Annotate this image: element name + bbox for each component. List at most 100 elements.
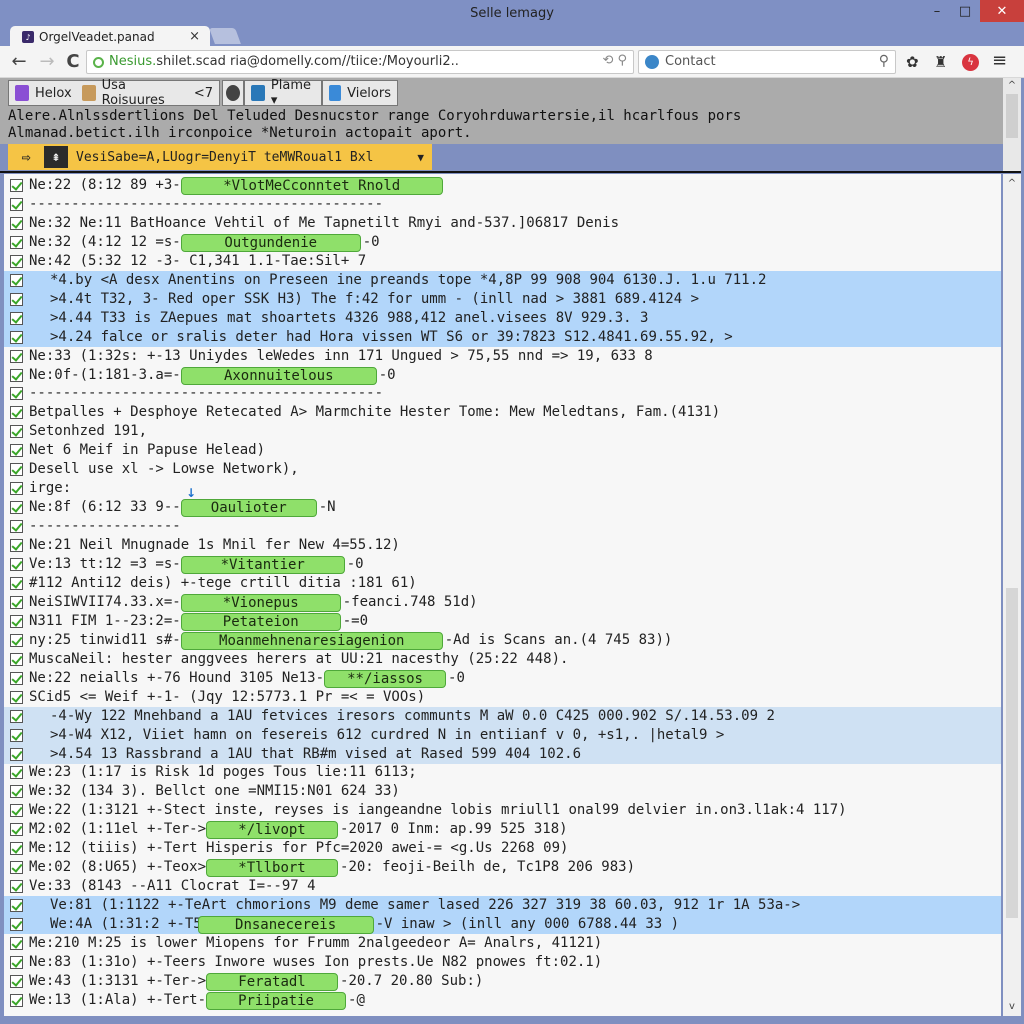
- search-engine-icon[interactable]: [645, 55, 659, 69]
- log-row[interactable]: ------------------: [4, 517, 1001, 536]
- log-row[interactable]: Ve:33 (8143 --A11 Clocrat I=--97 4: [4, 877, 1001, 896]
- status-badge[interactable]: */livopt: [206, 821, 339, 840]
- row-checkbox[interactable]: [10, 614, 23, 628]
- row-checkbox[interactable]: [10, 747, 23, 761]
- bookmark-plame[interactable]: Plame ▾: [244, 78, 322, 108]
- row-checkbox[interactable]: [10, 387, 23, 401]
- log-row[interactable]: Ne:83 (1:31o) +-Teers Inwore wuses Ion p…: [4, 953, 1001, 972]
- close-window-button[interactable]: ✕: [980, 0, 1024, 22]
- row-checkbox[interactable]: [10, 709, 23, 723]
- log-row[interactable]: Ne:42 (5:32 12 -3- C1,341 1.1-Tae:Sil+ 7: [4, 252, 1001, 271]
- log-row[interactable]: We:4A (1:31:2 +-T53- Dnsanecereis -V inaw …: [4, 915, 1001, 935]
- log-row[interactable]: Ne:8f (6:12 33 9-- Oaulioter -N: [4, 498, 1001, 518]
- row-checkbox[interactable]: [10, 690, 23, 704]
- log-row[interactable]: We:23 (1:17 is Risk 1d poges Tous lie:11…: [4, 763, 1001, 782]
- forward-arrow-icon[interactable]: →: [36, 51, 58, 72]
- row-checkbox[interactable]: [10, 804, 23, 818]
- tree-icon[interactable]: ⇞: [44, 146, 68, 168]
- row-checkbox[interactable]: [10, 918, 23, 932]
- row-checkbox[interactable]: [10, 349, 23, 363]
- log-row[interactable]: Net 6 Meif in Papuse Helead): [4, 441, 1001, 460]
- tab-close-icon[interactable]: ×: [189, 29, 200, 44]
- hamburger-menu-icon[interactable]: ≡: [992, 50, 1007, 71]
- log-row[interactable]: Me:12 (tiiis) +-Tert Hisperis for Pfc=20…: [4, 839, 1001, 858]
- log-row[interactable]: Ne:32 (4:12 12 =s- Outgundenie -0: [4, 233, 1001, 252]
- log-row[interactable]: We:22 (1:3121 +-Stect inste, reyses is i…: [4, 801, 1001, 820]
- star-extension-icon[interactable]: ✿: [906, 53, 919, 71]
- log-row[interactable]: Ne:0f-(1:181-3.a=- Axonnuitelous -0: [4, 366, 1001, 385]
- log-row[interactable]: We:13 (1:Ala) +-Tert- Priipatie -@: [4, 991, 1001, 1010]
- status-badge[interactable]: Axonnuitelous: [180, 366, 377, 385]
- status-badge[interactable]: Priipatie: [206, 991, 347, 1010]
- minimize-button[interactable]: –: [922, 0, 952, 22]
- bookmark-helox[interactable]: Helox: [35, 86, 72, 101]
- filter-value[interactable]: VesiSabe=A,LUogr=DenyiT teMWRoual1 Bxl: [76, 150, 373, 165]
- reload-icon[interactable]: C: [62, 51, 84, 72]
- row-checkbox[interactable]: [10, 595, 23, 609]
- search-input[interactable]: Contact: [665, 54, 716, 69]
- status-badge[interactable]: Moanmehnenaresiagenion: [180, 631, 443, 650]
- log-row[interactable]: -4-Wy 122 Mnehband a 1AU fetvices iresor…: [4, 706, 1001, 726]
- row-checkbox[interactable]: [10, 576, 23, 590]
- new-tab-button[interactable]: [209, 28, 241, 44]
- row-checkbox[interactable]: [10, 216, 23, 230]
- row-checkbox[interactable]: [10, 501, 23, 515]
- log-row[interactable]: Ne:22 (8:12 89 +3- *VlotMeCconntet Rnold: [4, 176, 1001, 195]
- log-row[interactable]: Ne:33 (1:32s: +-13 Uniydes leWedes inn 1…: [4, 347, 1001, 366]
- header-scrollbar[interactable]: ^: [1003, 78, 1021, 172]
- row-checkbox[interactable]: [10, 520, 23, 534]
- row-checkbox[interactable]: [10, 406, 23, 420]
- header-scroll-thumb[interactable]: [1006, 94, 1018, 138]
- bookmark-extra[interactable]: <7: [194, 86, 213, 101]
- castle-extension-icon[interactable]: ♜: [934, 53, 947, 71]
- log-row[interactable]: >4.44 T33 is ZAepues mat shoartets 4326 …: [4, 308, 1001, 328]
- log-row[interactable]: irge:: [4, 479, 1001, 498]
- row-checkbox[interactable]: [10, 292, 23, 306]
- log-row[interactable]: Me:210 M:25 is lower Miopens for Frumm 2…: [4, 934, 1001, 953]
- row-checkbox[interactable]: [10, 955, 23, 969]
- row-checkbox[interactable]: [10, 235, 23, 249]
- row-checkbox[interactable]: [10, 425, 23, 439]
- url-action-icons[interactable]: ⟲ ⚲: [602, 53, 627, 68]
- scroll-down-icon[interactable]: v: [1003, 1001, 1021, 1012]
- arrow-right-icon[interactable]: ⇨: [8, 148, 44, 166]
- header-scroll-up-icon[interactable]: ^: [1003, 80, 1021, 91]
- log-row[interactable]: >4.54 13 Rassbrand a 1AU that RB#m vised…: [4, 744, 1001, 764]
- row-checkbox[interactable]: [10, 823, 23, 837]
- status-badge[interactable]: *Tllbort: [206, 859, 339, 878]
- log-row[interactable]: Ne:22 neialls +-76 Hound 3105 Ne13- **/ia…: [4, 669, 1001, 688]
- filter-bar[interactable]: ⇨ ⇞ VesiSabe=A,LUogr=DenyiT teMWRoual1 B…: [8, 144, 432, 170]
- status-badge[interactable]: Feratadl: [206, 972, 339, 991]
- row-checkbox[interactable]: [10, 482, 23, 496]
- log-row[interactable]: We:43 (1:3131 +-Ter-> Feratadl -20.7 20.80…: [4, 972, 1001, 991]
- log-row[interactable]: *4.by <A desx Anentins on Preseen ine pr…: [4, 270, 1001, 290]
- row-checkbox[interactable]: [10, 179, 23, 192]
- row-checkbox[interactable]: [10, 633, 23, 647]
- bookmark-vielors[interactable]: Vielors: [322, 80, 398, 106]
- row-checkbox[interactable]: [10, 311, 23, 325]
- status-badge[interactable]: *VlotMeCconntet Rnold: [180, 177, 443, 195]
- log-row[interactable]: Desell use xl -> Lowse Network),: [4, 460, 1001, 479]
- row-checkbox[interactable]: [10, 993, 23, 1007]
- log-row[interactable]: ----------------------------------------…: [4, 384, 1001, 403]
- row-checkbox[interactable]: [10, 899, 23, 913]
- log-row[interactable]: N311 FIM 1--23:2=- Petateion -=0: [4, 612, 1001, 631]
- log-row[interactable]: ----------------------------------------…: [4, 195, 1001, 214]
- status-badge[interactable]: Outgundenie: [180, 233, 361, 252]
- status-badge[interactable]: *Vionepus: [180, 593, 341, 612]
- log-row[interactable]: Ve:81 (1:1122 +-TeArt chmorions M9 deme …: [4, 896, 1001, 916]
- log-row[interactable]: Ne:21 Neil Mnugnade 1s Mnil fer New 4=55…: [4, 536, 1001, 555]
- row-checkbox[interactable]: [10, 368, 23, 382]
- row-checkbox[interactable]: [10, 728, 23, 742]
- row-checkbox[interactable]: [10, 842, 23, 856]
- log-row[interactable]: MuscaNeil: hester anggvees herers at UU:…: [4, 650, 1001, 669]
- row-checkbox[interactable]: [10, 974, 23, 988]
- status-badge[interactable]: Dnsanecereis: [197, 916, 374, 935]
- red-extension-icon[interactable]: ϟ: [962, 54, 979, 71]
- log-row[interactable]: SCid5 <= Weif +-1- (Jqy 12:5773.1 Pr =< …: [4, 688, 1001, 707]
- maximize-button[interactable]: □: [950, 0, 980, 22]
- log-row[interactable]: We:32 (134 3). Bellct one =NMI15:N01 624…: [4, 782, 1001, 801]
- log-row[interactable]: M2:02 (1:11el +-Ter-> */livopt -2017 0 Inm…: [4, 820, 1001, 840]
- row-checkbox[interactable]: [10, 671, 23, 685]
- row-checkbox[interactable]: [10, 652, 23, 666]
